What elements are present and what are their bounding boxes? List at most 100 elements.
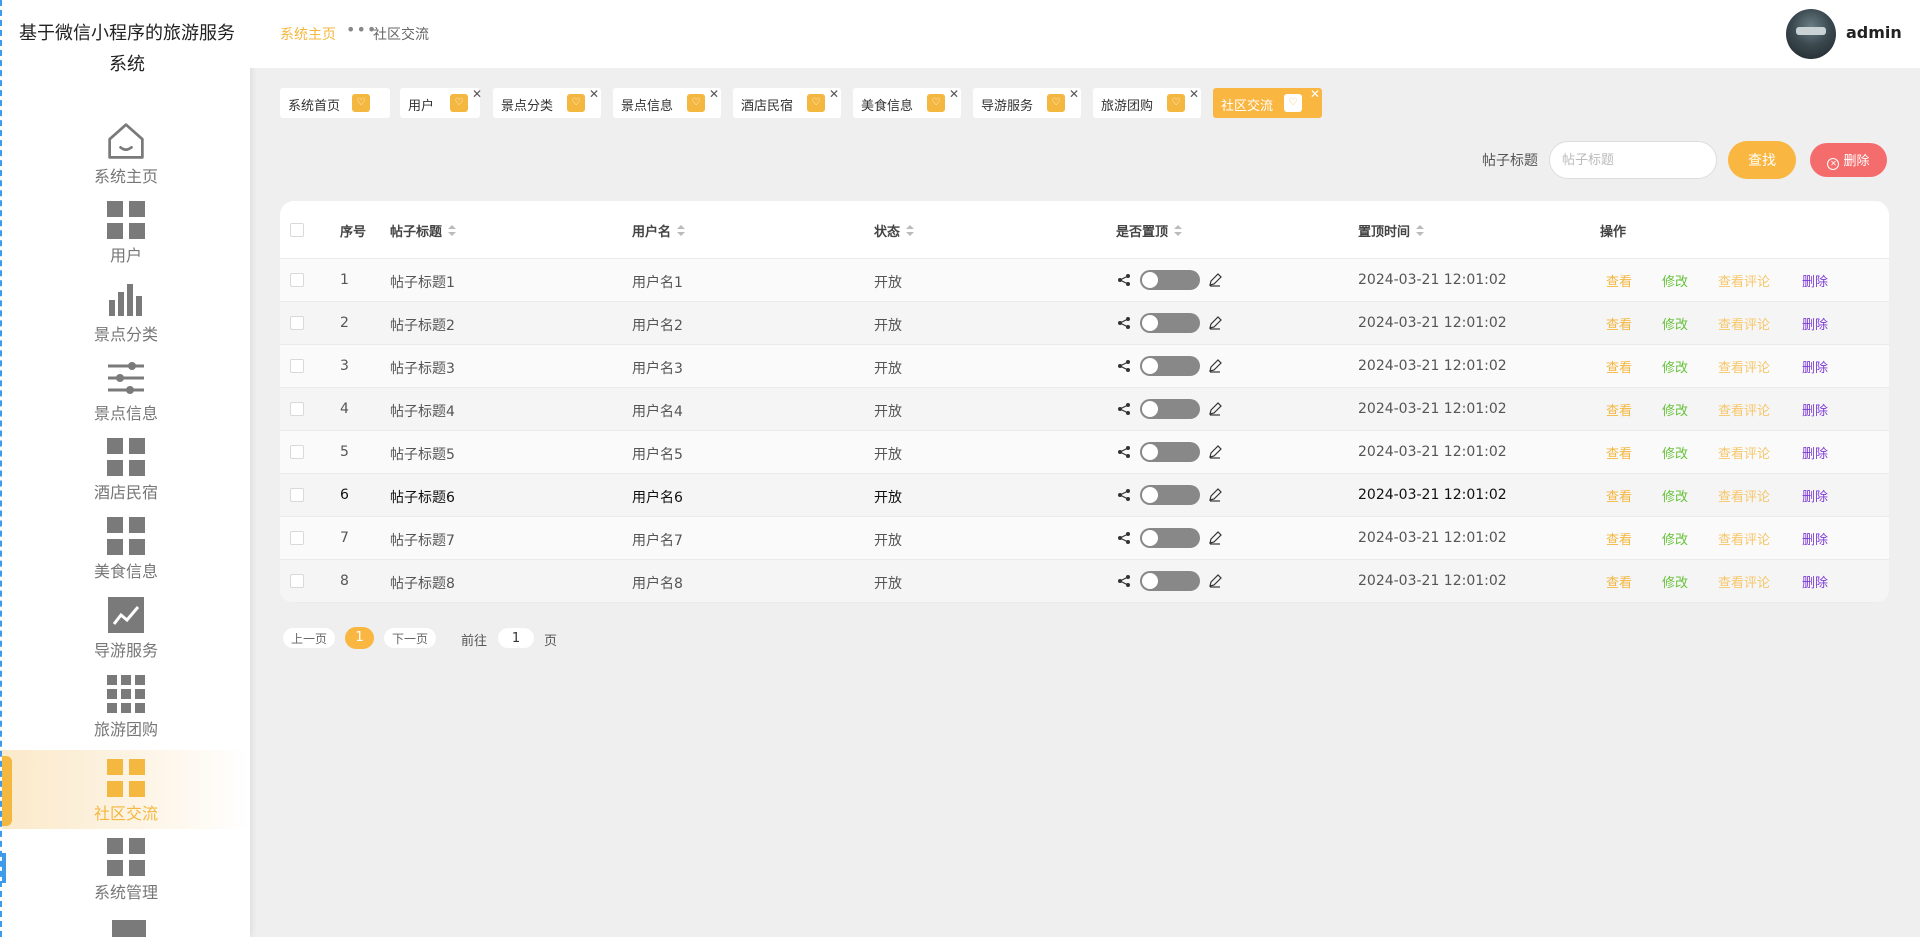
tag-attraction-info[interactable]: 景点信息 ♡ ✕ [613, 88, 721, 118]
table-row[interactable]: 7 帖子标题7 用户名7 开放 2024-03-21 12:01:02 查看 修改 查看评论 删… [280, 517, 1889, 560]
delete-button[interactable]: 删除 [1802, 314, 1828, 333]
table-row[interactable]: 8 帖子标题8 用户名8 开放 2024-03-21 12:01:02 查看 修改 查看评论 删… [280, 560, 1889, 603]
avatar[interactable] [1786, 9, 1836, 59]
row-checkbox[interactable] [290, 402, 304, 416]
pinned-toggle[interactable] [1140, 442, 1200, 462]
sort-icon[interactable] [677, 225, 686, 237]
pinned-toggle[interactable] [1140, 313, 1200, 333]
sidebar-item-home[interactable]: 系统主页 [2, 113, 250, 192]
table-row[interactable]: 4 帖子标题4 用户名4 开放 2024-03-21 12:01:02 查看 修改 查看评论 删… [280, 388, 1889, 431]
view-comments-button[interactable]: 查看评论 [1718, 400, 1770, 419]
sidebar-collapse-handle[interactable] [2, 756, 12, 826]
breadcrumb-home[interactable]: 系统主页 [280, 24, 336, 44]
search-input[interactable] [1549, 141, 1717, 179]
prev-page-button[interactable]: 上一页 [282, 627, 337, 649]
view-comments-button[interactable]: 查看评论 [1718, 443, 1770, 462]
row-checkbox[interactable] [290, 531, 304, 545]
edit-button[interactable]: 修改 [1662, 486, 1688, 505]
close-icon[interactable]: ✕ [1069, 88, 1079, 100]
row-checkbox[interactable] [290, 359, 304, 373]
edit-button[interactable]: 修改 [1662, 400, 1688, 419]
edit-pencil-icon[interactable] [1208, 359, 1222, 373]
edit-button[interactable]: 修改 [1662, 572, 1688, 591]
row-checkbox[interactable] [290, 488, 304, 502]
sidebar-item-attraction-info[interactable]: 景点信息 [2, 350, 250, 429]
delete-button[interactable]: 删除 [1802, 572, 1828, 591]
column-header-status[interactable]: 状态 [874, 221, 915, 240]
next-page-button[interactable]: 下一页 [383, 627, 438, 649]
current-page[interactable]: 1 [345, 627, 374, 649]
column-header-pinned[interactable]: 是否置顶 [1116, 221, 1183, 240]
edit-pencil-icon[interactable] [1208, 531, 1222, 545]
share-icon[interactable] [1117, 402, 1131, 416]
table-row[interactable]: 2 帖子标题2 用户名2 开放 2024-03-21 12:01:02 查看 修改 查看评论 删… [280, 302, 1889, 345]
sort-icon[interactable] [906, 225, 915, 237]
sort-icon[interactable] [448, 225, 457, 237]
edit-pencil-icon[interactable] [1208, 402, 1222, 416]
share-icon[interactable] [1117, 273, 1131, 287]
sidebar-item-attraction-category[interactable]: 景点分类 [2, 271, 250, 350]
view-comments-button[interactable]: 查看评论 [1718, 314, 1770, 333]
edit-button[interactable]: 修改 [1662, 529, 1688, 548]
search-button[interactable]: 查找 [1728, 141, 1796, 179]
username[interactable]: admin [1846, 23, 1902, 42]
edit-pencil-icon[interactable] [1208, 445, 1222, 459]
delete-button[interactable]: 删除 [1802, 400, 1828, 419]
edit-button[interactable]: 修改 [1662, 271, 1688, 290]
close-icon[interactable]: ✕ [472, 88, 482, 100]
table-row[interactable]: 3 帖子标题3 用户名3 开放 2024-03-21 12:01:02 查看 修改 查看评论 删… [280, 345, 1889, 388]
pinned-toggle[interactable] [1140, 270, 1200, 290]
view-button[interactable]: 查看 [1606, 357, 1632, 376]
share-icon[interactable] [1117, 359, 1131, 373]
close-icon[interactable]: ✕ [709, 88, 719, 100]
tag-home[interactable]: 系统首页 ♡ [280, 88, 390, 118]
edit-button[interactable]: 修改 [1662, 357, 1688, 376]
view-button[interactable]: 查看 [1606, 314, 1632, 333]
row-checkbox[interactable] [290, 316, 304, 330]
tag-users[interactable]: 用户 ♡ ✕ [400, 88, 482, 118]
view-button[interactable]: 查看 [1606, 529, 1632, 548]
row-checkbox[interactable] [290, 445, 304, 459]
edit-pencil-icon[interactable] [1208, 316, 1222, 330]
sidebar-item-group-buy[interactable]: 旅游团购 [2, 666, 250, 745]
sidebar-item-food[interactable]: 美食信息 [2, 508, 250, 587]
share-icon[interactable] [1117, 445, 1131, 459]
delete-button[interactable]: 删除 [1802, 486, 1828, 505]
share-icon[interactable] [1117, 531, 1131, 545]
view-button[interactable]: 查看 [1606, 271, 1632, 290]
sidebar-item-guide[interactable]: 导游服务 [2, 587, 250, 666]
sidebar-item-users[interactable]: 用户 [2, 192, 250, 271]
share-icon[interactable] [1117, 488, 1131, 502]
column-header-username[interactable]: 用户名 [632, 221, 686, 240]
goto-page-input[interactable] [497, 627, 535, 649]
close-icon[interactable]: ✕ [829, 88, 839, 100]
view-button[interactable]: 查看 [1606, 572, 1632, 591]
row-checkbox[interactable] [290, 273, 304, 287]
delete-button[interactable]: 删除 [1802, 529, 1828, 548]
share-icon[interactable] [1117, 574, 1131, 588]
sidebar-item-hotel[interactable]: 酒店民宿 [2, 429, 250, 508]
batch-delete-button[interactable]: ✕ 删除 [1810, 143, 1887, 177]
edit-button[interactable]: 修改 [1662, 443, 1688, 462]
tag-guide[interactable]: 导游服务 ♡ ✕ [973, 88, 1081, 118]
close-icon[interactable]: ✕ [949, 88, 959, 100]
tag-hotel[interactable]: 酒店民宿 ♡ ✕ [733, 88, 841, 118]
column-header-title[interactable]: 帖子标题 [390, 221, 457, 240]
view-button[interactable]: 查看 [1606, 443, 1632, 462]
close-icon[interactable]: ✕ [1310, 88, 1320, 100]
column-header-pinned-time[interactable]: 置顶时间 [1358, 221, 1425, 240]
edit-pencil-icon[interactable] [1208, 273, 1222, 287]
close-icon[interactable]: ✕ [1189, 88, 1199, 100]
view-comments-button[interactable]: 查看评论 [1718, 486, 1770, 505]
view-comments-button[interactable]: 查看评论 [1718, 529, 1770, 548]
sort-icon[interactable] [1416, 225, 1425, 237]
tag-attraction-category[interactable]: 景点分类 ♡ ✕ [493, 88, 601, 118]
pinned-toggle[interactable] [1140, 571, 1200, 591]
tag-group-buy[interactable]: 旅游团购 ♡ ✕ [1093, 88, 1201, 118]
sort-icon[interactable] [1174, 225, 1183, 237]
delete-button[interactable]: 删除 [1802, 357, 1828, 376]
edit-pencil-icon[interactable] [1208, 574, 1222, 588]
tag-community[interactable]: 社区交流 ♡ ✕ [1213, 88, 1322, 118]
table-row[interactable]: 5 帖子标题5 用户名5 开放 2024-03-21 12:01:02 查看 修改 查看评论 删… [280, 431, 1889, 474]
close-icon[interactable]: ✕ [589, 88, 599, 100]
